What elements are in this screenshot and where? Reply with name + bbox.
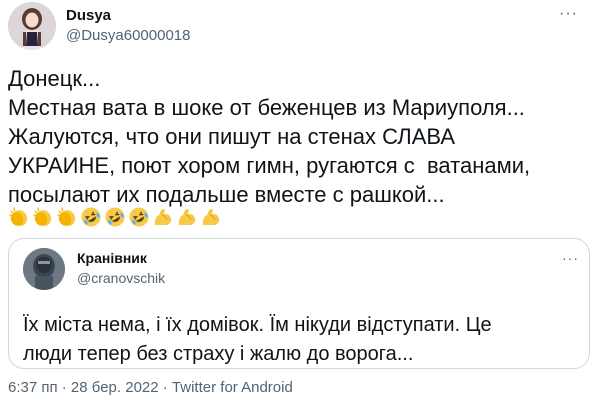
tweet: Dusya @Dusya60000018 ··· Донецк... Местн… <box>0 0 600 406</box>
doll-avatar-icon <box>8 2 56 50</box>
flexed-biceps-icon <box>200 206 222 228</box>
quoted-more-options-icon[interactable]: ··· <box>562 250 579 266</box>
quoted-tweet[interactable]: Кранівник @cranovschik ··· Їх міста нема… <box>8 238 590 369</box>
author-handle[interactable]: @Dusya60000018 <box>66 27 190 45</box>
clapping-hands-icon <box>8 206 30 228</box>
quoted-author-handle[interactable]: @cranovschik <box>77 270 165 287</box>
more-options-icon[interactable]: ··· <box>559 6 578 22</box>
quoted-author-avatar[interactable] <box>23 248 65 290</box>
author-name[interactable]: Dusya <box>66 7 111 25</box>
clapping-hands-icon <box>56 206 78 228</box>
flexed-biceps-icon <box>152 206 174 228</box>
tweet-text: Донецк... Местная вата в шоке от беженце… <box>8 66 531 207</box>
author-avatar[interactable] <box>8 2 56 50</box>
emoji-row <box>8 206 222 232</box>
tweet-timestamp[interactable]: 6:37 пп · 28 бер. 2022 · Twitter for And… <box>8 379 293 397</box>
clapping-hands-icon <box>32 206 54 228</box>
rolling-laughing-icon <box>128 206 150 228</box>
quoted-author-name[interactable]: Кранівник <box>77 250 147 267</box>
quoted-tweet-text: Їх міста нема, і їх домівок. Їм нікуди в… <box>23 314 492 365</box>
rolling-laughing-icon <box>104 206 126 228</box>
rolling-laughing-icon <box>80 206 102 228</box>
crane-operator-avatar-icon <box>23 248 65 290</box>
flexed-biceps-icon <box>176 206 198 228</box>
